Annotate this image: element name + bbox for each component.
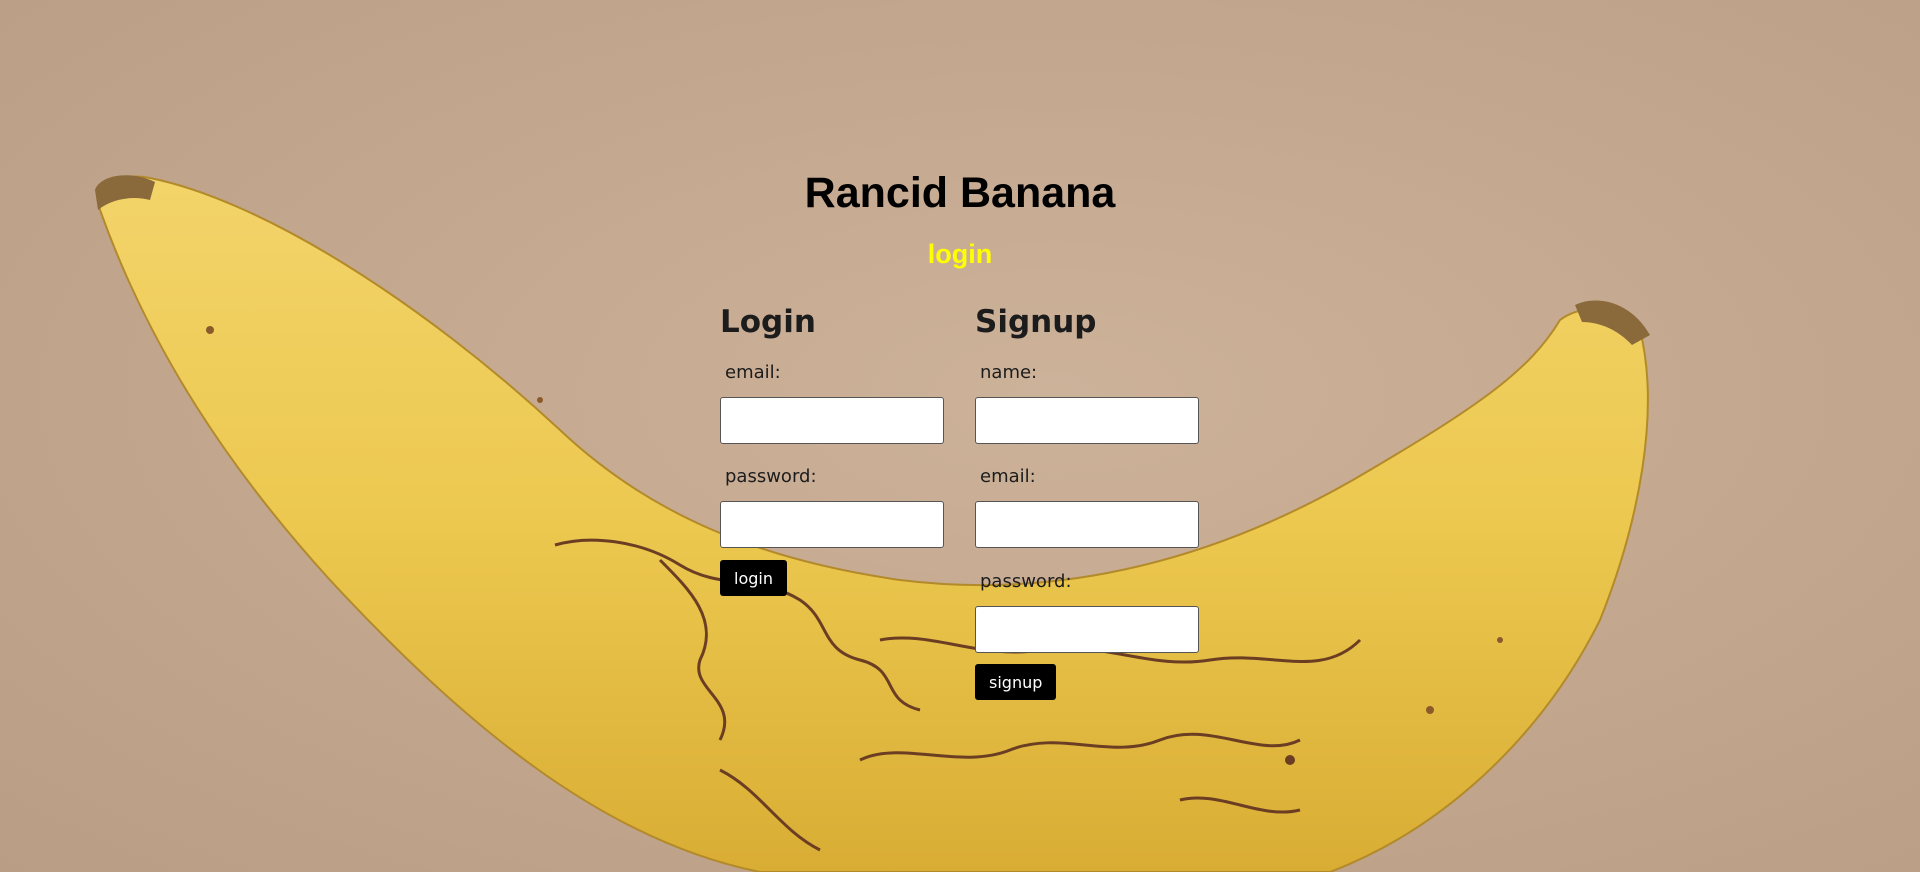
nav-login-link[interactable]: login: [928, 239, 992, 269]
site-title: Rancid Banana: [804, 169, 1116, 217]
signup-email-input[interactable]: [975, 501, 1199, 548]
signup-button[interactable]: signup: [975, 664, 1057, 700]
signup-password-label: password:: [980, 571, 1072, 592]
nav-login-link-wrapper: login: [0, 238, 1920, 270]
login-heading: Login: [720, 304, 816, 340]
signup-password-input[interactable]: [975, 606, 1199, 653]
background-image: [0, 0, 1920, 872]
signup-heading: Signup: [975, 304, 1097, 340]
signup-name-input[interactable]: [975, 397, 1199, 444]
login-button[interactable]: login: [720, 560, 787, 596]
login-password-input[interactable]: [720, 501, 944, 548]
login-form: Login email: password: login: [720, 302, 950, 596]
signup-name-label: name:: [980, 362, 1038, 383]
login-password-label: password:: [725, 466, 817, 487]
signup-email-label: email:: [980, 466, 1036, 487]
signup-form: Signup name: email: password: signup: [975, 302, 1205, 700]
banana-illustration: [95, 175, 1650, 872]
login-email-input[interactable]: [720, 397, 944, 444]
login-email-label: email:: [725, 362, 781, 383]
